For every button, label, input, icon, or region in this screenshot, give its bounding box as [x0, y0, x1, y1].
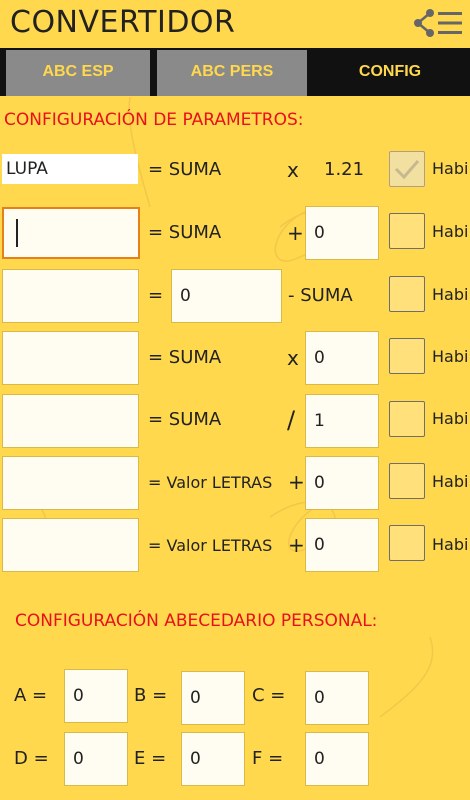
param-operator: x: [287, 158, 299, 182]
enable-checkbox[interactable]: [389, 276, 425, 312]
enable-checkbox[interactable]: [389, 463, 425, 499]
param-equation-label: = SUMA: [148, 347, 222, 368]
letter-value-input[interactable]: [181, 732, 245, 786]
param-equation-label: = Valor LETRAS: [148, 536, 273, 555]
alphabet-section-title: CONFIGURACIÓN ABECEDARIO PERSONAL:: [15, 611, 378, 631]
param-operand-input[interactable]: [305, 518, 379, 572]
param-operand-value: 1.21: [324, 159, 365, 180]
app-bar: CONVERTIDOR: [0, 0, 470, 48]
enable-checkbox-label: Habi: [432, 222, 469, 241]
tab-config[interactable]: CONFIG: [310, 48, 470, 96]
param-operator: x: [287, 346, 299, 370]
text-cursor: [16, 219, 18, 247]
tab-bar: ABC ESP ABC PERS CONFIG: [0, 48, 470, 96]
letter-value-input[interactable]: [181, 671, 245, 725]
param-operand-input[interactable]: [305, 206, 379, 260]
enable-checkbox-label: Habi: [432, 159, 469, 178]
letter-value-input[interactable]: [64, 732, 128, 786]
param-name-input[interactable]: [2, 331, 139, 385]
enable-checkbox[interactable]: [389, 525, 425, 561]
param-operator: +: [288, 533, 305, 557]
tab-abc-pers[interactable]: ABC PERS: [157, 48, 307, 96]
param-operator: +: [287, 221, 304, 245]
letter-label: B =: [134, 685, 168, 706]
letter-label: C =: [252, 685, 286, 706]
tab-abc-esp[interactable]: ABC ESP: [6, 48, 150, 96]
enable-checkbox-label: Habi: [432, 535, 469, 554]
param-equation-label: = SUMA: [148, 159, 222, 180]
param-name-input[interactable]: [2, 394, 139, 448]
param-equation-label: = SUMA: [148, 222, 222, 243]
enable-checkbox[interactable]: [389, 213, 425, 249]
letter-value-input[interactable]: [64, 669, 128, 723]
enable-checkbox-label: Habi: [432, 409, 469, 428]
checkmark-icon: [394, 160, 420, 180]
letter-value-input[interactable]: [305, 732, 369, 786]
param-equation-label: = SUMA: [148, 409, 222, 430]
param-operand-input[interactable]: [305, 331, 379, 385]
param-equation-label: = Valor LETRAS: [148, 473, 273, 492]
enable-checkbox-label: Habi: [432, 285, 469, 304]
letter-label: A =: [14, 685, 48, 706]
param-operator: +: [288, 470, 305, 494]
param-equation-label: =: [148, 285, 164, 306]
share-menu-icon[interactable]: [412, 8, 466, 38]
params-section-title: CONFIGURACIÓN DE PARAMETROS:: [4, 110, 304, 130]
param-name-input[interactable]: [2, 207, 140, 259]
enable-checkbox-label: Habi: [432, 347, 469, 366]
enable-checkbox-label: Habi: [432, 472, 469, 491]
enable-checkbox[interactable]: [389, 151, 425, 187]
enable-checkbox[interactable]: [389, 338, 425, 374]
enable-checkbox[interactable]: [389, 401, 425, 437]
param-middle-input[interactable]: [171, 269, 282, 323]
letter-label: F =: [252, 748, 284, 769]
param-operator: /: [287, 406, 296, 434]
param-operand-input[interactable]: [305, 456, 379, 510]
param-name-input[interactable]: [2, 456, 139, 510]
param-name-input[interactable]: [2, 269, 139, 323]
param-name-input[interactable]: [2, 518, 139, 572]
param-operator: - SUMA: [288, 285, 353, 306]
param-operand-input[interactable]: [305, 394, 379, 448]
param-name-input[interactable]: [2, 154, 138, 184]
app-title: CONVERTIDOR: [10, 5, 236, 40]
letter-label: D =: [14, 748, 49, 769]
letter-value-input[interactable]: [305, 671, 369, 725]
letter-label: E =: [134, 748, 167, 769]
